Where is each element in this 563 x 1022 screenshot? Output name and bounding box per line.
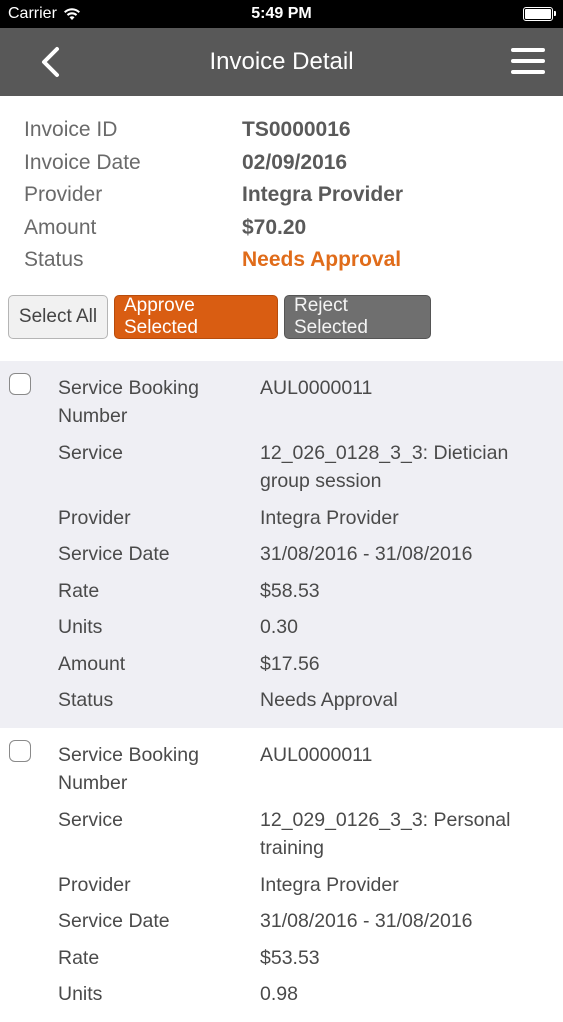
item-detail-row: Rate $53.53 <box>0 940 563 977</box>
reject-selected-button[interactable]: Reject Selected <box>284 294 431 339</box>
clock: 5:49 PM <box>251 5 312 22</box>
item-detail-row: Rate $58.53 <box>0 573 563 610</box>
item-detail-value: Integra Provider <box>260 873 399 896</box>
select-all-button[interactable]: Select All <box>8 294 108 339</box>
item-detail-label: Service Date <box>58 543 170 565</box>
item-detail-label: Amount <box>58 652 126 675</box>
invoice-field-value: $70.20 <box>242 215 307 239</box>
item-detail-row: Status Needs Approval <box>0 682 563 719</box>
item-detail-row: Service Date 31/08/2016 - 31/08/2016 <box>0 903 563 940</box>
item-detail-value: AUL0000011 <box>260 743 373 766</box>
item-detail-value: $58.53 <box>260 579 320 602</box>
item-detail-row: Provider Integra Provider <box>0 867 563 904</box>
item-detail-label: Provider <box>58 506 131 529</box>
item-detail-row: Service 12_029_0126_3_3: Personal trainin… <box>0 802 563 867</box>
action-bar: Select All Approve Selected Reject Selec… <box>0 277 563 339</box>
item-detail-value: AUL0000011 <box>260 376 373 399</box>
service-item: Service Booking Number AUL0000011 Service 1… <box>0 728 563 1022</box>
item-detail-value: 31/08/2016 - 31/08/2016 <box>260 543 473 565</box>
item-detail-row: Service Date 31/08/2016 - 31/08/2016 <box>0 536 563 573</box>
item-detail-value: Needs Approval <box>260 689 398 711</box>
page-title: Invoice Detail <box>209 48 354 75</box>
item-detail-label: Service Booking Number <box>58 376 199 428</box>
invoice-field-value: 02/09/2016 <box>242 150 348 174</box>
invoice-field-label: Provider <box>24 183 103 207</box>
item-detail-value: 0.30 <box>260 616 298 638</box>
invoice-summary: Invoice ID TS0000016 Invoice Date 02/09/201… <box>0 96 563 277</box>
hamburger-menu-icon[interactable] <box>511 48 545 76</box>
invoice-field-label: Amount <box>24 215 97 239</box>
item-detail-label: Provider <box>58 873 131 896</box>
invoice-field-row: Invoice Date 02/09/2016 <box>24 147 563 180</box>
item-detail-value: 12_026_0128_3_3: Dietician group session <box>260 441 509 493</box>
item-detail-label: Service <box>58 441 124 464</box>
item-detail-row: Service Booking Number AUL0000011 <box>0 737 563 802</box>
item-detail-label: Service <box>58 808 124 831</box>
item-detail-label: Service Date <box>58 910 170 932</box>
invoice-field-row: Provider Integra Provider <box>24 179 563 212</box>
item-detail-row: Service 12_026_0128_3_3: Dietician group … <box>0 435 563 500</box>
battery-icon <box>523 7 556 21</box>
item-detail-value: 31/08/2016 - 31/08/2016 <box>260 910 473 932</box>
service-item-list: Service Booking Number AUL0000011 Service 1… <box>0 360 563 1022</box>
service-item: Service Booking Number AUL0000011 Service 1… <box>0 360 563 728</box>
item-detail-row: Units 0.30 <box>0 609 563 646</box>
item-detail-row: Provider Integra Provider <box>0 500 563 537</box>
invoice-field-label: Invoice ID <box>24 118 118 142</box>
item-detail-row: Service Booking Number AUL0000011 <box>0 370 563 435</box>
item-detail-label: Status <box>58 689 114 711</box>
invoice-field-row: Status Needs Approval <box>24 244 563 277</box>
item-detail-label: Rate <box>58 946 100 969</box>
invoice-field-value: Integra Provider <box>242 183 404 207</box>
invoice-field-label: Invoice Date <box>24 150 141 174</box>
navigation-bar: Invoice Detail <box>0 28 563 96</box>
item-checkbox[interactable] <box>9 372 31 395</box>
item-checkbox[interactable] <box>9 739 31 762</box>
invoice-field-value: TS0000016 <box>242 118 351 142</box>
item-detail-value: 12_029_0126_3_3: Personal training <box>260 808 511 860</box>
invoice-field-row: Amount $70.20 <box>24 212 563 245</box>
item-detail-label: Units <box>58 616 103 638</box>
item-detail-label: Rate <box>58 579 100 602</box>
item-detail-value: Integra Provider <box>260 506 399 529</box>
item-detail-label: Service Booking Number <box>58 743 199 795</box>
invoice-field-row: Invoice ID TS0000016 <box>24 114 563 147</box>
item-detail-row: Units 0.98 <box>0 976 563 1013</box>
item-detail-value: $53.53 <box>260 946 320 969</box>
invoice-field-label: Status <box>24 248 84 272</box>
item-detail-value: 0.98 <box>260 983 298 1005</box>
invoice-status-value: Needs Approval <box>242 248 402 272</box>
item-detail-label: Units <box>58 983 103 1005</box>
item-detail-row: Amount $17.56 <box>0 646 563 683</box>
item-detail-value: $17.56 <box>260 652 320 675</box>
status-bar: Carrier 5:49 PM <box>0 0 563 28</box>
approve-selected-button[interactable]: Approve Selected <box>114 294 278 339</box>
